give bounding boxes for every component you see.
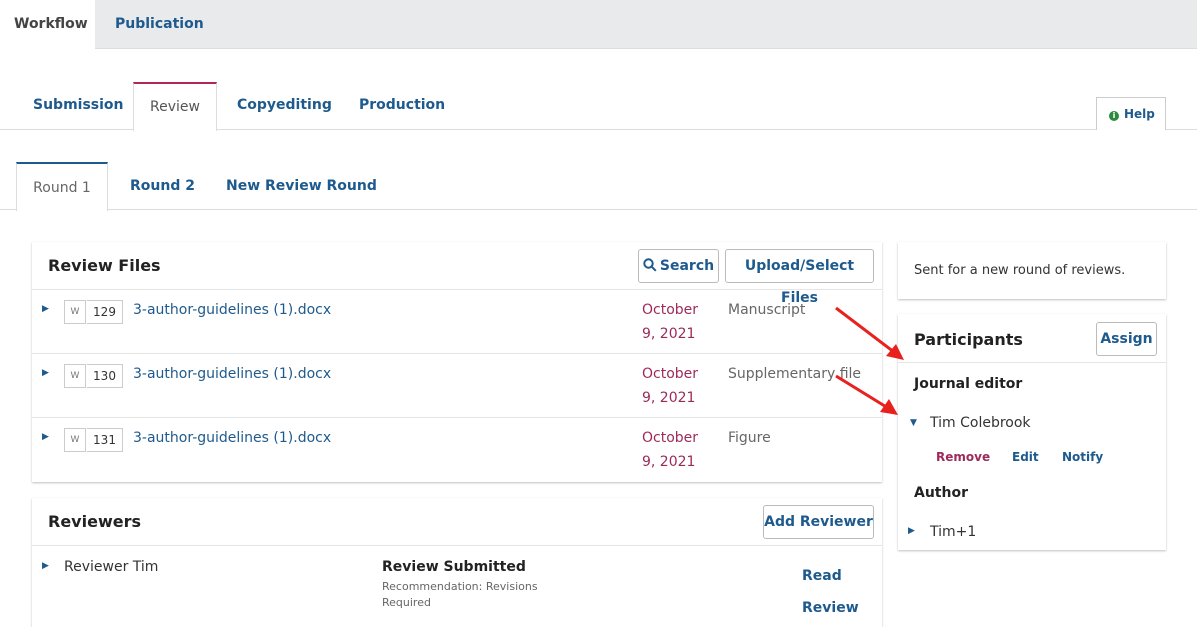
expand-caret-icon[interactable]: ▶ — [42, 561, 49, 571]
remove-link[interactable]: Remove — [936, 450, 990, 464]
document-icon: W — [64, 300, 86, 324]
role-heading: Author — [914, 485, 968, 501]
red-arrow-icon — [835, 374, 898, 415]
tab-round-2[interactable]: Round 2 — [130, 162, 195, 210]
tab-copyediting[interactable]: Copyediting — [237, 82, 332, 130]
tab-workflow[interactable]: Workflow — [0, 0, 95, 50]
search-label: Search — [659, 258, 715, 274]
participants-header: Participants Assign — [898, 314, 1166, 363]
document-icon: W — [64, 364, 86, 388]
reviewers-header: Reviewers Add Reviewer — [32, 498, 882, 546]
review-files-title: Review Files — [48, 256, 161, 275]
edit-link[interactable]: Edit — [1012, 450, 1039, 464]
tab-new-review-round[interactable]: New Review Round — [226, 162, 377, 210]
review-files-panel: Review Files Search Upload/Select Files … — [32, 242, 882, 482]
search-icon — [643, 258, 657, 272]
upload-select-files-button[interactable]: Upload/Select Files — [725, 249, 874, 306]
tab-production[interactable]: Production — [359, 82, 445, 130]
participant-name[interactable]: Tim+1 — [930, 524, 976, 540]
expand-caret-icon[interactable]: ▶ — [42, 304, 49, 314]
review-recommendation: Recommendation: Revisions Required — [382, 580, 538, 609]
reviewers-panel: Reviewers Add Reviewer ▶ Reviewer Tim Re… — [32, 498, 882, 627]
file-name-link[interactable]: 3-author-guidelines (1).docx — [133, 302, 331, 318]
expand-caret-icon[interactable]: ▶ — [42, 368, 49, 378]
file-id: 130 — [87, 364, 123, 388]
tab-publication[interactable]: Publication — [101, 0, 218, 49]
participant-name[interactable]: Tim Colebrook — [930, 415, 1031, 431]
reviewer-name: Reviewer Tim — [64, 559, 159, 575]
stage-tab-bar: Submission Review Copyediting Production — [0, 82, 1197, 131]
expand-caret-icon[interactable]: ▶ — [42, 432, 49, 442]
file-date: October 9, 2021 — [642, 430, 699, 470]
file-date: October 9, 2021 — [642, 366, 699, 406]
expand-caret-icon[interactable]: ▶ — [908, 526, 915, 536]
file-id: 131 — [87, 428, 123, 452]
tab-submission[interactable]: Submission — [33, 82, 124, 130]
participants-panel: Participants Assign Journal editor ▼ Tim… — [898, 314, 1166, 550]
file-row: ▶ W 129 3-author-guidelines (1).docx Oct… — [32, 290, 882, 354]
info-icon: i — [1109, 111, 1119, 121]
notify-link[interactable]: Notify — [1062, 450, 1103, 464]
add-reviewer-button[interactable]: Add Reviewer — [763, 505, 874, 539]
review-status: Review Submitted — [382, 559, 526, 575]
annotation-arrows — [835, 306, 904, 415]
tab-review[interactable]: Review — [133, 82, 217, 131]
review-files-header: Review Files Search Upload/Select Files — [32, 242, 882, 306]
file-name-link[interactable]: 3-author-guidelines (1).docx — [133, 430, 331, 446]
role-heading: Journal editor — [914, 376, 1023, 392]
help-label: Help — [1124, 107, 1155, 121]
file-id: 129 — [87, 300, 123, 324]
tab-round-1[interactable]: Round 1 — [16, 162, 108, 211]
file-type: Manuscript — [728, 302, 806, 318]
search-button[interactable]: Search — [638, 249, 719, 283]
help-button[interactable]: i Help — [1096, 97, 1166, 130]
file-date: October 9, 2021 — [642, 302, 699, 342]
decision-notice: Sent for a new round of reviews. — [898, 242, 1166, 299]
assign-button[interactable]: Assign — [1096, 322, 1157, 356]
file-row: ▶ W 131 3-author-guidelines (1).docx Oct… — [32, 418, 882, 482]
top-tab-bar: Workflow Publication — [0, 0, 1197, 50]
read-review-link[interactable]: Read Review — [802, 560, 862, 624]
notice-text: Sent for a new round of reviews. — [914, 263, 1126, 278]
reviewers-title: Reviewers — [48, 512, 141, 531]
file-name-link[interactable]: 3-author-guidelines (1).docx — [133, 366, 331, 382]
red-arrow-icon — [835, 306, 904, 360]
round-tab-bar: Round 1 Round 2 New Review Round — [0, 162, 1197, 211]
file-row: ▶ W 130 3-author-guidelines (1).docx Oct… — [32, 354, 882, 418]
collapse-caret-icon[interactable]: ▼ — [910, 418, 917, 428]
participants-title: Participants — [914, 330, 1023, 349]
document-icon: W — [64, 428, 86, 452]
file-type: Figure — [728, 430, 771, 446]
